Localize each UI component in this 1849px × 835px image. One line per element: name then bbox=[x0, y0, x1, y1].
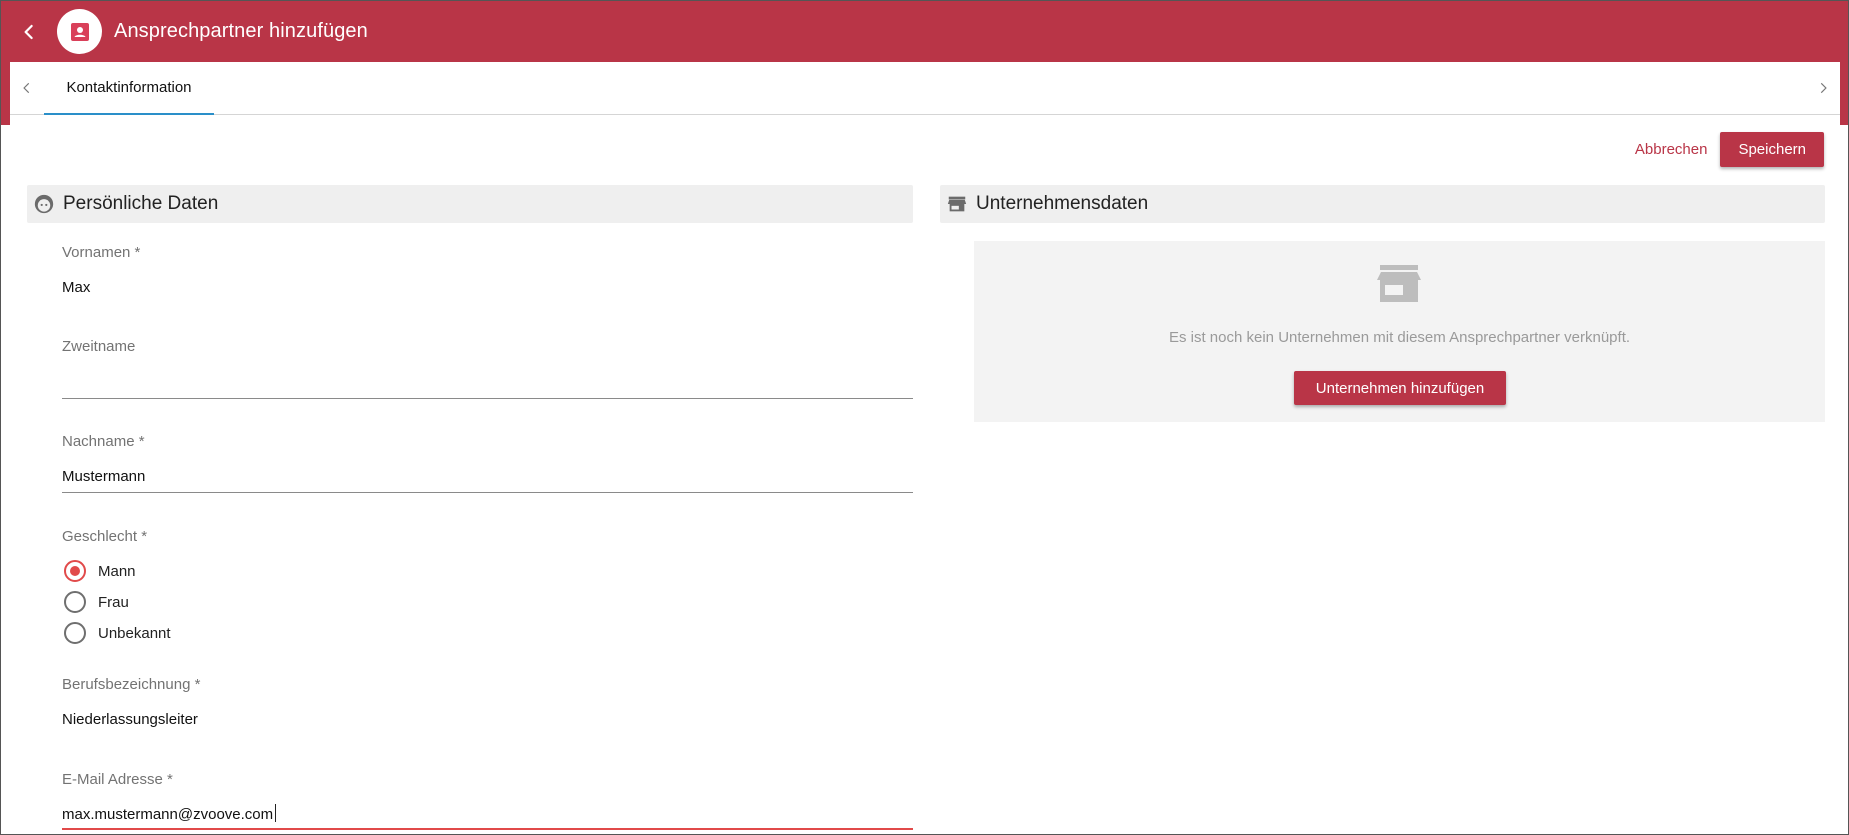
back-button[interactable] bbox=[1, 6, 57, 58]
radio-label: Mann bbox=[98, 562, 136, 580]
email-label: E-Mail Adresse * bbox=[62, 771, 173, 788]
store-icon bbox=[1377, 265, 1421, 302]
cancel-button[interactable]: Abbrechen bbox=[1623, 133, 1720, 166]
radio-button[interactable] bbox=[64, 591, 86, 613]
avatar bbox=[57, 9, 102, 54]
email-value: max.mustermann@zvoove.com bbox=[62, 806, 274, 823]
company-section-header: Unternehmensdaten bbox=[940, 185, 1825, 223]
app-window: Ansprechpartner hinzufügen Kontaktinform… bbox=[0, 0, 1849, 835]
chevron-left-icon bbox=[24, 24, 33, 39]
first-name-label: Vornamen * bbox=[62, 244, 141, 261]
page-title: Ansprechpartner hinzufügen bbox=[114, 20, 368, 42]
side-accent-right bbox=[1839, 62, 1848, 125]
section-title: Unternehmensdaten bbox=[976, 193, 1149, 214]
tab-bar: Kontaktinformation bbox=[10, 62, 1840, 115]
empty-message: Es ist noch kein Unternehmen mit diesem … bbox=[1168, 329, 1631, 346]
content-area bbox=[10, 115, 1840, 834]
first-name-field[interactable]: Max bbox=[62, 279, 90, 296]
email-field[interactable]: max.mustermann@zvoove.com bbox=[62, 804, 277, 823]
tab-prev-button[interactable] bbox=[10, 62, 44, 115]
face-icon bbox=[33, 192, 57, 216]
chevron-right-icon bbox=[1820, 82, 1827, 94]
tab-label: Kontaktinformation bbox=[66, 78, 192, 96]
middle-name-field[interactable] bbox=[62, 371, 913, 395]
radio-label: Frau bbox=[98, 593, 129, 611]
gender-option-unbekannt[interactable]: Unbekannt bbox=[64, 622, 171, 644]
text-caret bbox=[275, 804, 277, 822]
tab-kontaktinformation[interactable]: Kontaktinformation bbox=[44, 62, 214, 115]
job-title-label: Berufsbezeichnung * bbox=[62, 676, 201, 693]
radio-button[interactable] bbox=[64, 622, 86, 644]
side-accent-left bbox=[1, 62, 10, 125]
last-name-label: Nachname * bbox=[62, 433, 145, 450]
store-icon bbox=[946, 192, 970, 216]
top-app-bar: Ansprechpartner hinzufügen bbox=[1, 1, 1848, 62]
gender-option-frau[interactable]: Frau bbox=[64, 591, 129, 613]
job-title-field[interactable]: Niederlassungsleiter bbox=[62, 711, 198, 728]
middle-name-underline bbox=[62, 398, 913, 399]
contact-card-icon bbox=[70, 22, 89, 41]
radio-button[interactable] bbox=[64, 560, 86, 582]
tab-next-button[interactable] bbox=[1806, 62, 1840, 115]
add-company-button[interactable]: Unternehmen hinzufügen bbox=[1294, 371, 1506, 405]
last-name-underline bbox=[62, 492, 913, 493]
section-title: Persönliche Daten bbox=[63, 193, 219, 214]
gender-label: Geschlecht * bbox=[62, 528, 148, 545]
middle-name-label: Zweitname bbox=[62, 338, 136, 355]
gender-option-mann[interactable]: Mann bbox=[64, 560, 136, 582]
company-empty-state: Es ist noch kein Unternehmen mit diesem … bbox=[974, 241, 1825, 422]
form-actions: Abbrechen Speichern bbox=[1623, 132, 1824, 167]
personal-section-header: Persönliche Daten bbox=[27, 185, 913, 223]
chevron-left-icon bbox=[23, 82, 30, 94]
email-underline bbox=[62, 828, 913, 830]
radio-label: Unbekannt bbox=[98, 624, 171, 642]
last-name-field[interactable]: Mustermann bbox=[62, 468, 145, 485]
save-button[interactable]: Speichern bbox=[1720, 132, 1824, 167]
